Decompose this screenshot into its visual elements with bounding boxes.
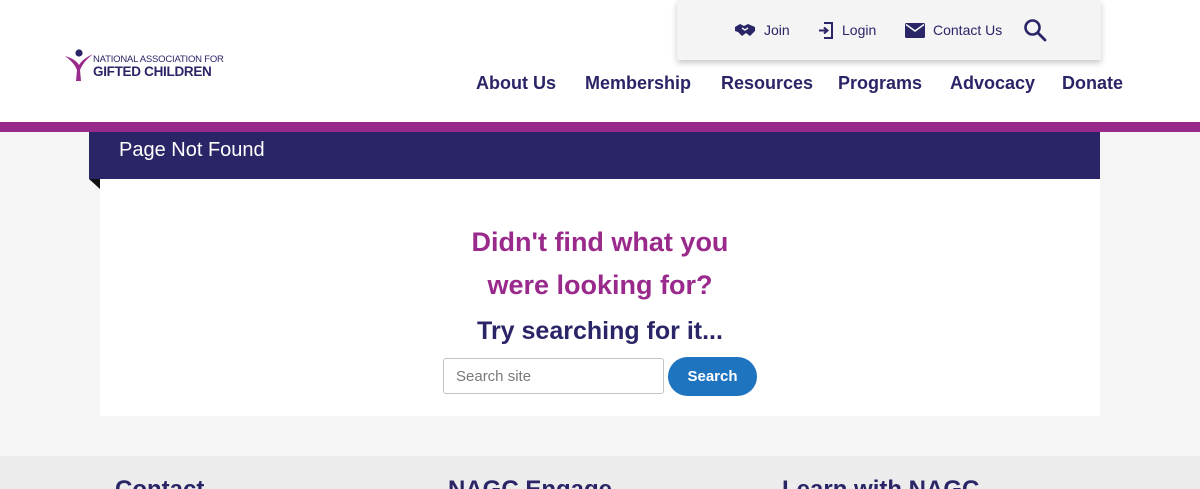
utility-nav: Join Login Contact Us: [677, 0, 1101, 60]
join-link[interactable]: Join: [734, 19, 790, 41]
nav-advocacy[interactable]: Advocacy: [950, 73, 1035, 94]
nav-donate[interactable]: Donate: [1062, 73, 1123, 94]
nav-resources[interactable]: Resources: [721, 73, 813, 94]
contact-link[interactable]: Contact Us: [905, 19, 1002, 41]
handshake-icon: [735, 24, 755, 36]
login-icon: [819, 21, 833, 39]
page-title: Page Not Found: [119, 139, 265, 161]
header-search-button[interactable]: [1023, 18, 1047, 42]
site-footer: Contact NAGC Engage Learn with NAGC: [0, 456, 1200, 489]
login-label: Login: [842, 22, 877, 38]
not-found-heading-line2: were looking for?: [487, 270, 713, 300]
footer-heading-learn: Learn with NAGC: [782, 476, 979, 489]
footer-heading-contact: Contact: [115, 476, 204, 489]
join-label: Join: [764, 22, 790, 38]
contact-label: Contact Us: [933, 22, 1003, 38]
header-accent-bar: [0, 122, 1200, 132]
nav-about-us[interactable]: About Us: [476, 73, 556, 94]
page-title-band: Page Not Found: [89, 132, 1100, 179]
title-band-fold: [89, 179, 100, 189]
nav-membership[interactable]: Membership: [585, 73, 691, 94]
site-search-button[interactable]: Search: [668, 357, 757, 396]
site-search-input[interactable]: [443, 358, 664, 394]
main-nav: About Us Membership Resources Programs A…: [0, 73, 1200, 95]
footer-heading-engage: NAGC Engage: [448, 476, 612, 489]
not-found-heading-line1: Didn't find what you: [471, 227, 729, 257]
nav-programs[interactable]: Programs: [838, 73, 922, 94]
search-prompt: Try searching for it...: [477, 317, 723, 345]
login-link[interactable]: Login: [818, 19, 876, 41]
search-icon: [1024, 19, 1047, 42]
not-found-card: Didn't find what you were looking for? T…: [100, 179, 1100, 416]
envelope-icon: [905, 22, 925, 38]
site-header: NATIONAL ASSOCIATION FOR GIFTED CHILDREN…: [0, 0, 1200, 122]
